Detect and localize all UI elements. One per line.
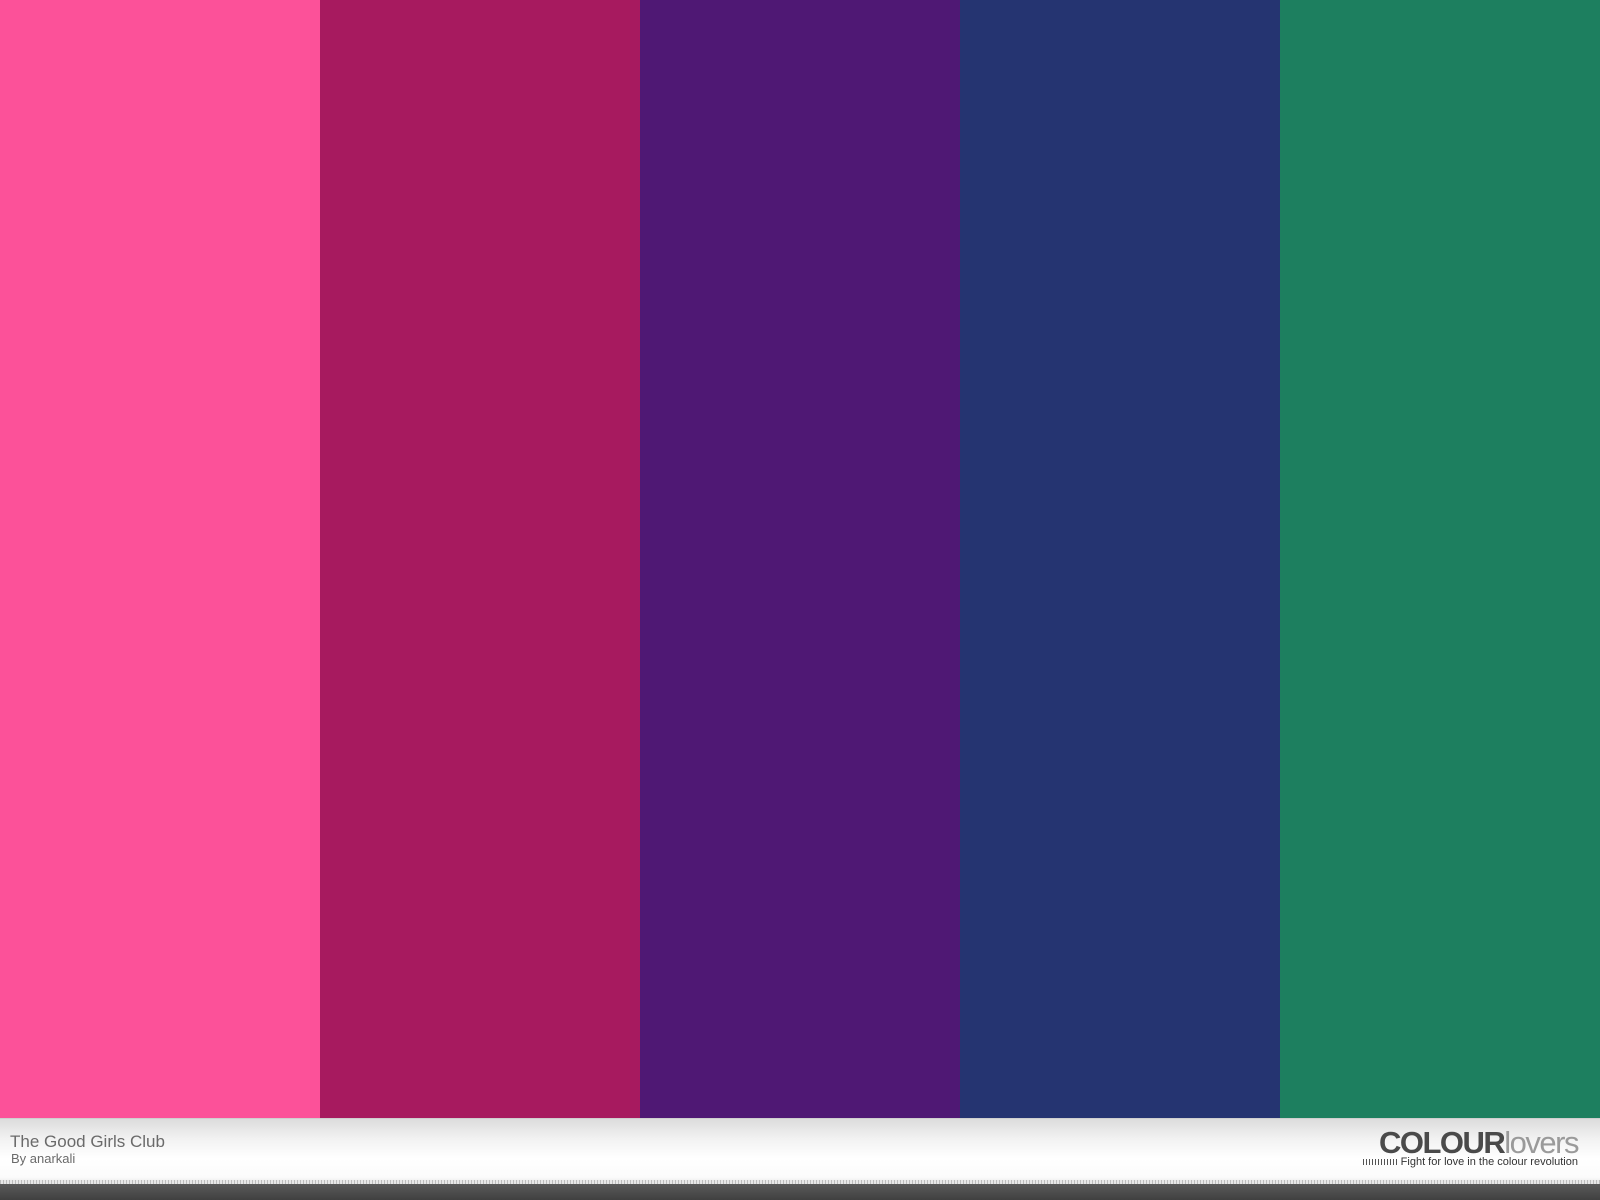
brand-tagline-row: Fight for love in the colour revolution: [1362, 1156, 1578, 1168]
logo-text-light: lovers: [1504, 1125, 1579, 1160]
color-swatch-5[interactable]: [1280, 0, 1600, 1118]
palette-title[interactable]: The Good Girls Club: [10, 1132, 165, 1152]
color-swatch-2[interactable]: [320, 0, 640, 1118]
dotted-line-icon: [1362, 1159, 1397, 1165]
palette-swatches: [0, 0, 1600, 1118]
color-swatch-3[interactable]: [640, 0, 960, 1118]
footer-bar: [0, 1118, 1600, 1182]
brand-tagline: Fight for love in the colour revolution: [1400, 1156, 1578, 1168]
logo-text-strong: COLOUR: [1378, 1125, 1506, 1160]
color-swatch-1[interactable]: [0, 0, 320, 1118]
palette-card: The Good Girls Club By anarkali COLOURlo…: [0, 0, 1600, 1200]
palette-author[interactable]: By anarkali: [11, 1151, 75, 1166]
color-swatch-4[interactable]: [960, 0, 1280, 1118]
bottom-bar: [0, 1184, 1600, 1200]
colourlovers-logo[interactable]: COLOURlovers: [1378, 1125, 1580, 1160]
